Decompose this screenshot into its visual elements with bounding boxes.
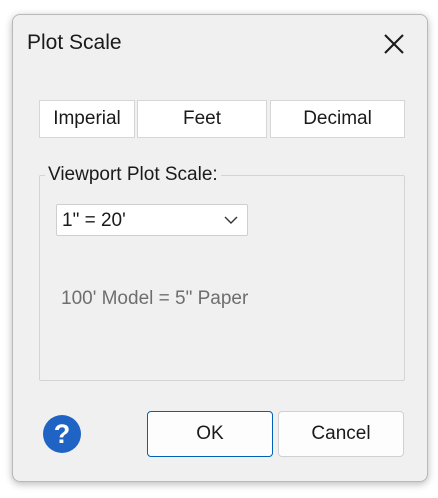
cancel-button[interactable]: Cancel [278,411,404,457]
plot-scale-dialog: Plot Scale Imperial Feet Decimal Viewpor… [12,14,428,482]
ok-button[interactable]: OK [147,411,273,457]
plot-scale-value: 1" = 20' [62,210,126,231]
imperial-button[interactable]: Imperial [39,100,135,138]
dialog-title: Plot Scale [27,31,122,54]
viewport-plot-scale-label: Viewport Plot Scale: [45,164,221,186]
svg-text:?: ? [54,419,71,449]
close-button[interactable] [379,29,409,59]
plot-scale-dropdown[interactable]: 1" = 20' [56,204,248,236]
decimal-button[interactable]: Decimal [270,100,405,138]
help-icon: ? [43,415,81,453]
help-button[interactable]: ? [42,414,82,454]
feet-button[interactable]: Feet [137,100,267,138]
close-icon [384,34,404,54]
chevron-down-icon [224,216,238,224]
scale-description: 100' Model = 5" Paper [61,288,249,309]
